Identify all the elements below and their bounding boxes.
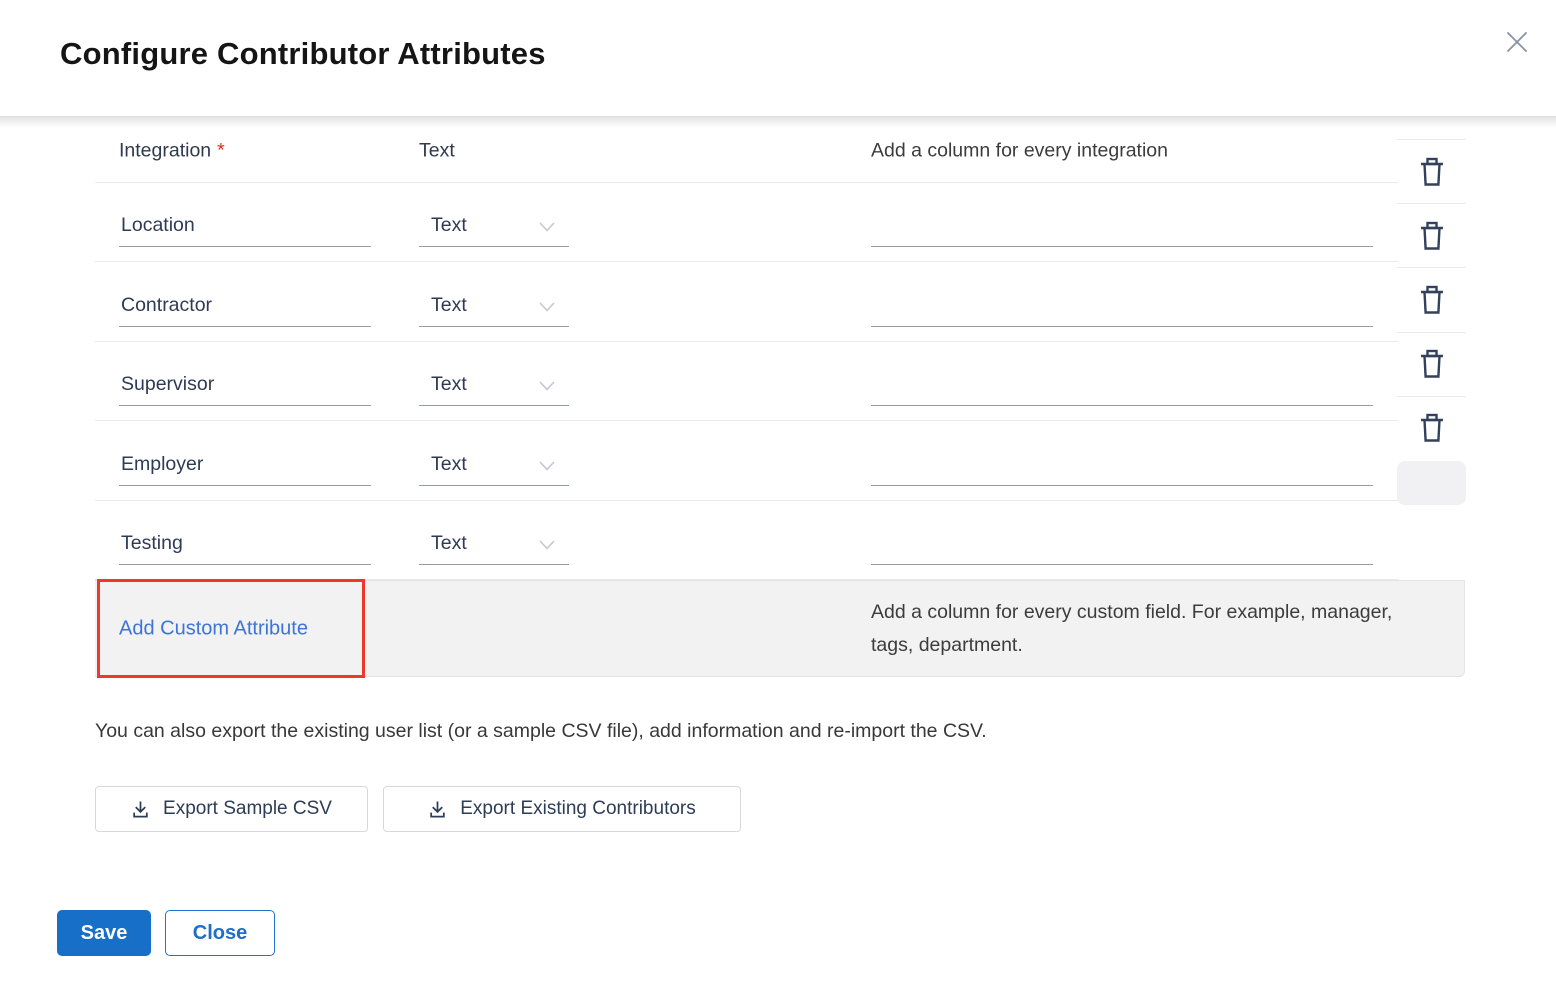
- custom-attribute-description: Add a column for every custom field. For…: [871, 596, 1411, 662]
- attribute-type-select[interactable]: Text: [419, 294, 569, 327]
- attribute-table: Integration * Text Add a column for every…: [95, 120, 1398, 580]
- attribute-type-label: Text: [419, 140, 455, 163]
- download-icon: [131, 800, 150, 819]
- configure-contributor-attributes-modal: Configure Contributor Attributes Integra…: [0, 0, 1556, 996]
- trash-icon: [1419, 413, 1445, 443]
- type-select-value: Text: [431, 373, 467, 395]
- chevron-down-icon: [539, 222, 555, 232]
- trash-icon: [1419, 157, 1445, 187]
- trash-icon: [1419, 221, 1445, 251]
- table-row: Testing Text: [95, 501, 1398, 580]
- delete-attribute-button[interactable]: [1397, 332, 1466, 396]
- attribute-name-label: Integration *: [119, 140, 225, 163]
- attribute-type-select[interactable]: Text: [419, 453, 569, 486]
- attribute-name-input[interactable]: Supervisor: [119, 373, 371, 406]
- export-existing-contributors-button[interactable]: Export Existing Contributors: [383, 786, 741, 832]
- attribute-name-input[interactable]: Testing: [119, 532, 371, 565]
- attribute-type-select[interactable]: Text: [419, 373, 569, 406]
- modal-title: Configure Contributor Attributes: [60, 36, 546, 72]
- table-row: Location Text: [95, 183, 1398, 262]
- save-button[interactable]: Save: [57, 910, 151, 956]
- export-existing-contributors-label: Export Existing Contributors: [460, 798, 696, 820]
- trash-icon: [1419, 349, 1445, 379]
- trash-icon: [1419, 285, 1445, 315]
- add-custom-attribute-row: Add Custom Attribute Add a column for ev…: [95, 580, 1465, 677]
- chevron-down-icon: [539, 461, 555, 471]
- delete-column: [1397, 120, 1466, 505]
- attribute-name-input[interactable]: Location: [119, 214, 371, 247]
- attribute-value-input[interactable]: [871, 453, 1373, 486]
- delete-attribute-button[interactable]: [1397, 203, 1466, 267]
- delete-attribute-button[interactable]: [1397, 267, 1466, 331]
- table-row: Contractor Text: [95, 262, 1398, 341]
- type-select-value: Text: [431, 214, 467, 236]
- integration-description: Add a column for every integration: [871, 140, 1168, 163]
- required-asterisk: *: [217, 140, 225, 162]
- attribute-type-select[interactable]: Text: [419, 532, 569, 565]
- attribute-type-select[interactable]: Text: [419, 214, 569, 247]
- table-row-integration: Integration * Text Add a column for every…: [95, 120, 1398, 183]
- export-sample-csv-label: Export Sample CSV: [163, 798, 332, 820]
- download-icon: [428, 800, 447, 819]
- close-button[interactable]: Close: [165, 910, 275, 956]
- delete-column-placeholder: [1397, 461, 1466, 505]
- close-icon: [1503, 28, 1531, 56]
- add-custom-attribute-link[interactable]: Add Custom Attribute: [119, 617, 308, 640]
- attribute-value-input[interactable]: [871, 373, 1373, 406]
- attribute-value-input[interactable]: [871, 294, 1373, 327]
- integration-label: Integration: [119, 140, 211, 162]
- chevron-down-icon: [539, 302, 555, 312]
- delete-column-gap: [1397, 120, 1466, 139]
- type-select-value: Text: [431, 294, 467, 316]
- table-row: Employer Text: [95, 421, 1398, 500]
- type-select-value: Text: [431, 532, 467, 554]
- attribute-value-input[interactable]: [871, 532, 1373, 565]
- export-note: You can also export the existing user li…: [95, 720, 987, 743]
- table-row: Supervisor Text: [95, 342, 1398, 421]
- attribute-value-input[interactable]: [871, 214, 1373, 247]
- delete-attribute-button[interactable]: [1397, 396, 1466, 460]
- delete-attribute-button[interactable]: [1397, 139, 1466, 203]
- chevron-down-icon: [539, 381, 555, 391]
- export-sample-csv-button[interactable]: Export Sample CSV: [95, 786, 368, 832]
- chevron-down-icon: [539, 540, 555, 550]
- attribute-name-input[interactable]: Employer: [119, 453, 371, 486]
- type-select-value: Text: [431, 453, 467, 475]
- attribute-name-input[interactable]: Contractor: [119, 294, 371, 327]
- close-modal-button[interactable]: [1500, 25, 1534, 59]
